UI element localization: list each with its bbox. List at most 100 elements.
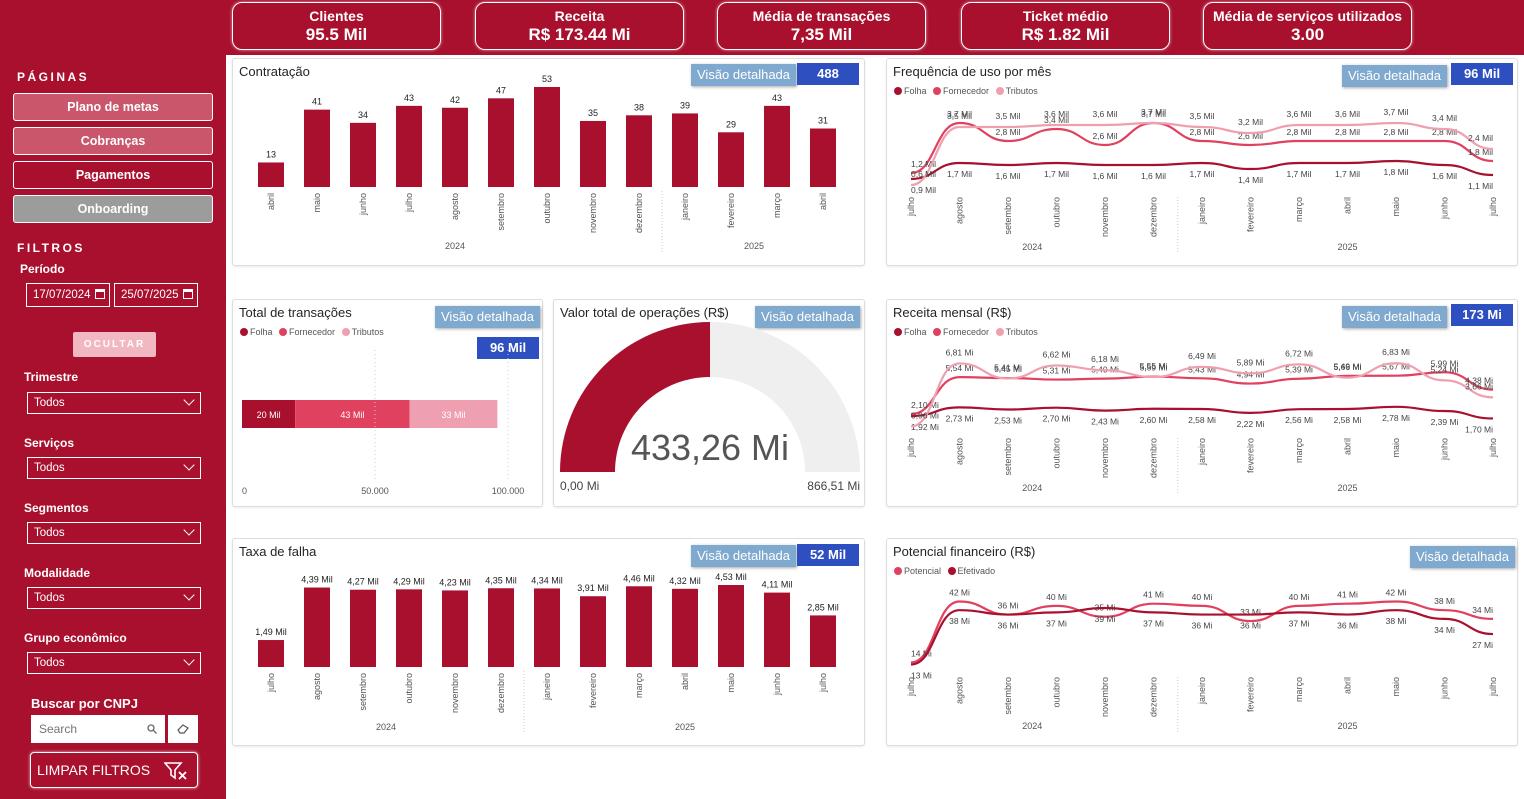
bar: [718, 585, 744, 667]
data-label: 2,73 Mi: [946, 413, 974, 423]
page-button-onboarding[interactable]: Onboarding: [13, 195, 213, 223]
page-button-cobrancas[interactable]: Cobranças: [13, 127, 213, 155]
data-label: 4,34 Mil: [531, 575, 563, 585]
x-tick-label: julho: [906, 677, 916, 697]
data-label: 13: [266, 149, 276, 159]
x-tick-label: março: [772, 193, 782, 218]
card-potencial-financeiro: Potencial financeiro (R$) Visão detalhad…: [886, 538, 1518, 746]
date-end-input[interactable]: 25/07/2025: [114, 283, 198, 307]
x-tick-label: abril: [1343, 438, 1353, 455]
eraser-button[interactable]: [168, 715, 198, 743]
x-tick-label: junho: [772, 673, 782, 696]
data-label: 41 Mi: [1143, 590, 1164, 600]
kpi-bar: Clientes 95.5 Mil Receita R$ 173.44 Mi Méd…: [0, 0, 1524, 55]
x-tick-label: março: [1294, 438, 1304, 463]
year-label: 2025: [744, 241, 764, 251]
data-label: 38 Mi: [1434, 596, 1455, 606]
bar: [672, 113, 698, 187]
data-label: 40 Mi: [1192, 592, 1213, 602]
x-tick-label: julho: [1488, 438, 1498, 458]
calendar-icon[interactable]: [95, 289, 105, 299]
year-label: 2025: [1337, 721, 1357, 731]
filter-dropdown-servicos[interactable]: Todos: [27, 457, 201, 479]
data-label: 1,7 Mil: [1335, 169, 1360, 179]
kpi-label: Média de serviços utilizados: [1212, 8, 1403, 24]
filter-dropdown-segmentos[interactable]: Todos: [27, 522, 201, 544]
filter-dropdown-trimestre[interactable]: Todos: [27, 392, 201, 414]
chevron-down-icon: [183, 459, 195, 471]
data-label: 3,4 Mil: [1432, 113, 1457, 123]
x-tick-label: julho: [818, 673, 828, 693]
data-label: 31: [818, 116, 828, 126]
data-label: 1,6 Mil: [1092, 171, 1117, 181]
chevron-down-icon: [183, 654, 195, 666]
data-label: 1,7 Mil: [1286, 169, 1311, 179]
data-label: 34 Mi: [1434, 625, 1455, 635]
data-label: 39 Mi: [1095, 614, 1116, 624]
bar: [488, 588, 514, 667]
x-tick-label: agosto: [312, 673, 322, 700]
year-label: 2025: [1337, 483, 1357, 493]
data-label: 2,85 Mil: [807, 602, 839, 612]
bar: [258, 162, 284, 187]
bar: [718, 132, 744, 187]
filter-dropdown-modalidade[interactable]: Todos: [27, 587, 201, 609]
data-label: 37 Mi: [1046, 618, 1067, 628]
contratacao-bar-chart: 13 abril 41 maio 34 junho 43 julho 42 agosto 47 set…: [258, 74, 836, 253]
kpi-label: Receita: [554, 8, 605, 24]
year-label: 2024: [1022, 483, 1042, 493]
x-tick-label: fevereiro: [588, 673, 598, 708]
data-label: 2,58 Mi: [1188, 415, 1216, 425]
kpi-label: Clientes: [309, 8, 364, 24]
search-icon[interactable]: [147, 724, 157, 734]
data-label: 4,32 Mil: [669, 576, 701, 586]
sidebar: PÁGINAS Plano de metas Cobranças Pagamen…: [0, 55, 226, 799]
data-label: 6,83 Mi: [1382, 347, 1410, 357]
bar: [810, 615, 836, 667]
year-label: 2024: [1022, 721, 1042, 731]
cnpj-search-input[interactable]: [39, 716, 147, 742]
filter-label-trimestre: Trimestre: [24, 370, 79, 384]
kpi-card-receita: Receita R$ 173.44 Mi: [475, 2, 684, 50]
date-end-value: 25/07/2025: [121, 289, 179, 301]
data-label: 2,56 Mi: [1285, 415, 1313, 425]
year-label: 2025: [1337, 242, 1357, 252]
clear-filters-button[interactable]: LIMPAR FILTROS: [30, 752, 198, 788]
data-label: 0,9 Mil: [911, 185, 936, 195]
data-label: 37 Mi: [1143, 618, 1164, 628]
bar: [810, 128, 836, 187]
data-label: 1,49 Mil: [255, 627, 287, 637]
data-label: 3,66 Mi: [1465, 381, 1493, 391]
filter-dropdown-grupo-economico[interactable]: Todos: [27, 652, 201, 674]
dropdown-value: Todos: [34, 397, 65, 409]
bar: [258, 640, 284, 667]
hide-button[interactable]: OCULTAR: [73, 332, 156, 357]
cnpj-search-box[interactable]: [31, 715, 165, 743]
data-label: 1,92 Mi: [911, 422, 939, 432]
x-tick-label: dezembro: [1149, 197, 1159, 237]
x-tick-label: fevereiro: [1246, 677, 1256, 712]
data-label: 40 Mi: [1046, 592, 1067, 602]
x-tick-label: novembro: [1100, 677, 1110, 717]
gauge-min-label: 0,00 Mi: [560, 479, 599, 493]
gauge-value: 433,26 Mi: [631, 427, 789, 468]
x-tick-label: junho: [358, 193, 368, 216]
data-label: 42: [450, 95, 460, 105]
date-start-input[interactable]: 17/07/2024: [26, 283, 110, 307]
data-label: 0,96 Mi: [911, 410, 939, 420]
x-tick-label: outubro: [542, 193, 552, 224]
kpi-value: 3.00: [1290, 25, 1325, 44]
data-label: 1,6 Mil: [1432, 171, 1457, 181]
page-button-pagamentos[interactable]: Pagamentos: [13, 161, 213, 189]
data-label: 40 Mi: [1289, 592, 1310, 602]
data-label: 3,91 Mil: [577, 583, 609, 593]
filter-label-servicos: Serviços: [24, 436, 75, 450]
data-label: 34 Mi: [1472, 605, 1493, 615]
data-label: 42 Mi: [949, 588, 970, 598]
data-label: 5,49 Mi: [1334, 362, 1362, 372]
page-button-plano-de-metas[interactable]: Plano de metas: [13, 93, 213, 121]
data-label: 6,49 Mi: [1188, 351, 1216, 361]
calendar-icon[interactable]: [183, 289, 193, 299]
data-label: 38: [634, 102, 644, 112]
x-tick-label: agosto: [450, 193, 460, 220]
